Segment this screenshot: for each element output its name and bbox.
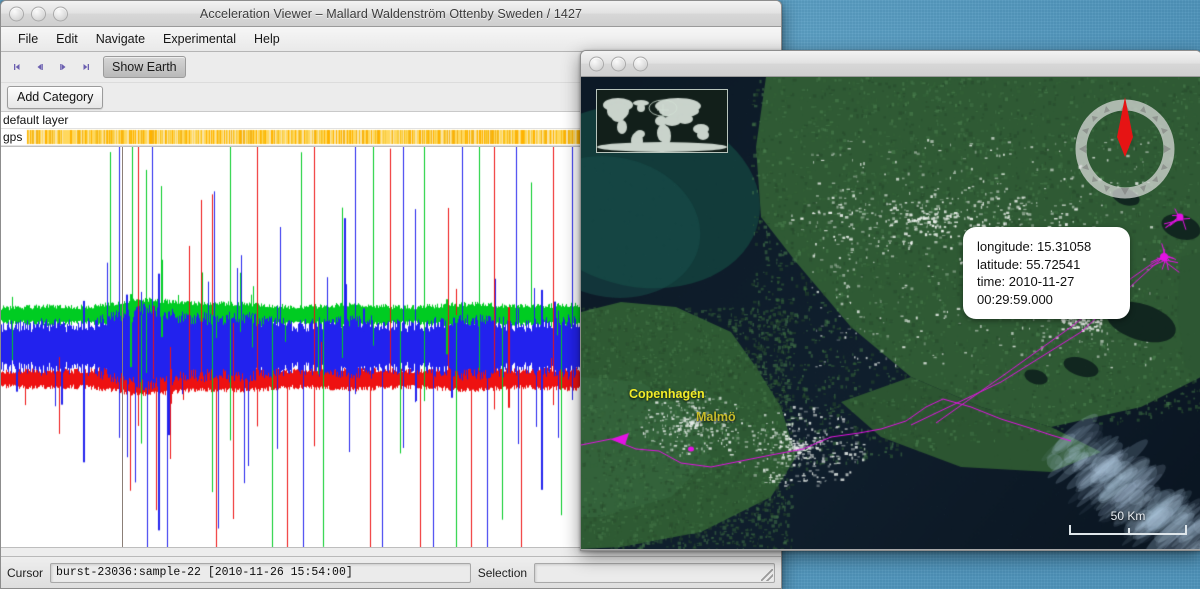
go-to-start-button[interactable] [7,57,27,77]
menu-navigate[interactable]: Navigate [87,30,154,48]
resize-grip-icon[interactable] [761,568,773,581]
main-window-titlebar[interactable]: Acceleration Viewer – Mallard Waldenströ… [1,1,781,27]
status-bar: Cursor burst-23036:sample-22 [2010-11-26… [1,556,781,588]
map-maximize-button[interactable] [633,56,648,71]
selection-value-field[interactable] [534,562,775,583]
gps-point-callout[interactable]: longitude: 15.31058 latitude: 55.72541 t… [963,227,1130,319]
layer-label-gps: gps [3,130,23,144]
callout-longitude: longitude: 15.31058 [977,239,1092,254]
map-window-titlebar[interactable] [581,51,1200,77]
step-back-icon [37,64,43,70]
satellite-map-viewport[interactable]: longitude: 15.31058 latitude: 55.72541 t… [581,77,1200,549]
chart-playhead-cursor[interactable] [122,147,123,547]
menu-bar[interactable]: File Edit Navigate Experimental Help [1,27,781,52]
callout-time-2: 00:29:59.000 [977,291,1053,307]
compass-control[interactable] [1073,97,1177,201]
world-map-icon [597,90,727,152]
callout-latitude: latitude: 55.72541 [977,256,1081,272]
layer-label-default: default layer [3,113,69,127]
window-controls[interactable] [9,6,68,21]
close-button[interactable] [9,6,24,21]
minimize-button[interactable] [31,6,46,21]
cursor-label: Cursor [7,565,44,580]
main-window-title: Acceleration Viewer – Mallard Waldenströ… [199,6,583,21]
selection-label: Selection [477,565,528,580]
map-scale-bar-graphic [1069,525,1187,535]
map-scale-label: 50 Km [1110,509,1146,523]
step-forward-icon [60,64,66,70]
menu-experimental[interactable]: Experimental [154,30,245,48]
menu-help[interactable]: Help [245,30,289,48]
map-close-button[interactable] [589,56,604,71]
menu-edit[interactable]: Edit [47,30,87,48]
map-label-copenhagen: Copenhagen [629,387,705,401]
map-status-strip [581,549,1200,550]
map-window-controls[interactable] [589,56,648,71]
show-earth-button[interactable]: Show Earth [103,56,186,78]
step-forward-button[interactable] [53,57,73,77]
world-overview-inset[interactable] [596,89,728,153]
map-minimize-button[interactable] [611,56,626,71]
compass-icon [1075,97,1175,199]
map-scale-bar: 50 Km [1069,509,1187,535]
earth-map-window[interactable]: longitude: 15.31058 latitude: 55.72541 t… [580,50,1200,551]
desktop-background: Acceleration Viewer – Mallard Waldenströ… [0,0,1200,589]
map-label-malmo: Malmö [696,410,736,424]
callout-time: time: 2010-11-27 [977,274,1075,289]
skip-to-end-icon [83,64,89,70]
go-to-end-button[interactable] [76,57,96,77]
maximize-button[interactable] [53,6,68,21]
skip-to-start-icon [14,64,20,70]
step-backward-button[interactable] [30,57,50,77]
cursor-value-field[interactable]: burst-23036:sample-22 [2010-11-26 15:54:… [50,562,471,583]
add-category-button[interactable]: Add Category [7,85,104,109]
menu-file[interactable]: File [9,30,47,48]
